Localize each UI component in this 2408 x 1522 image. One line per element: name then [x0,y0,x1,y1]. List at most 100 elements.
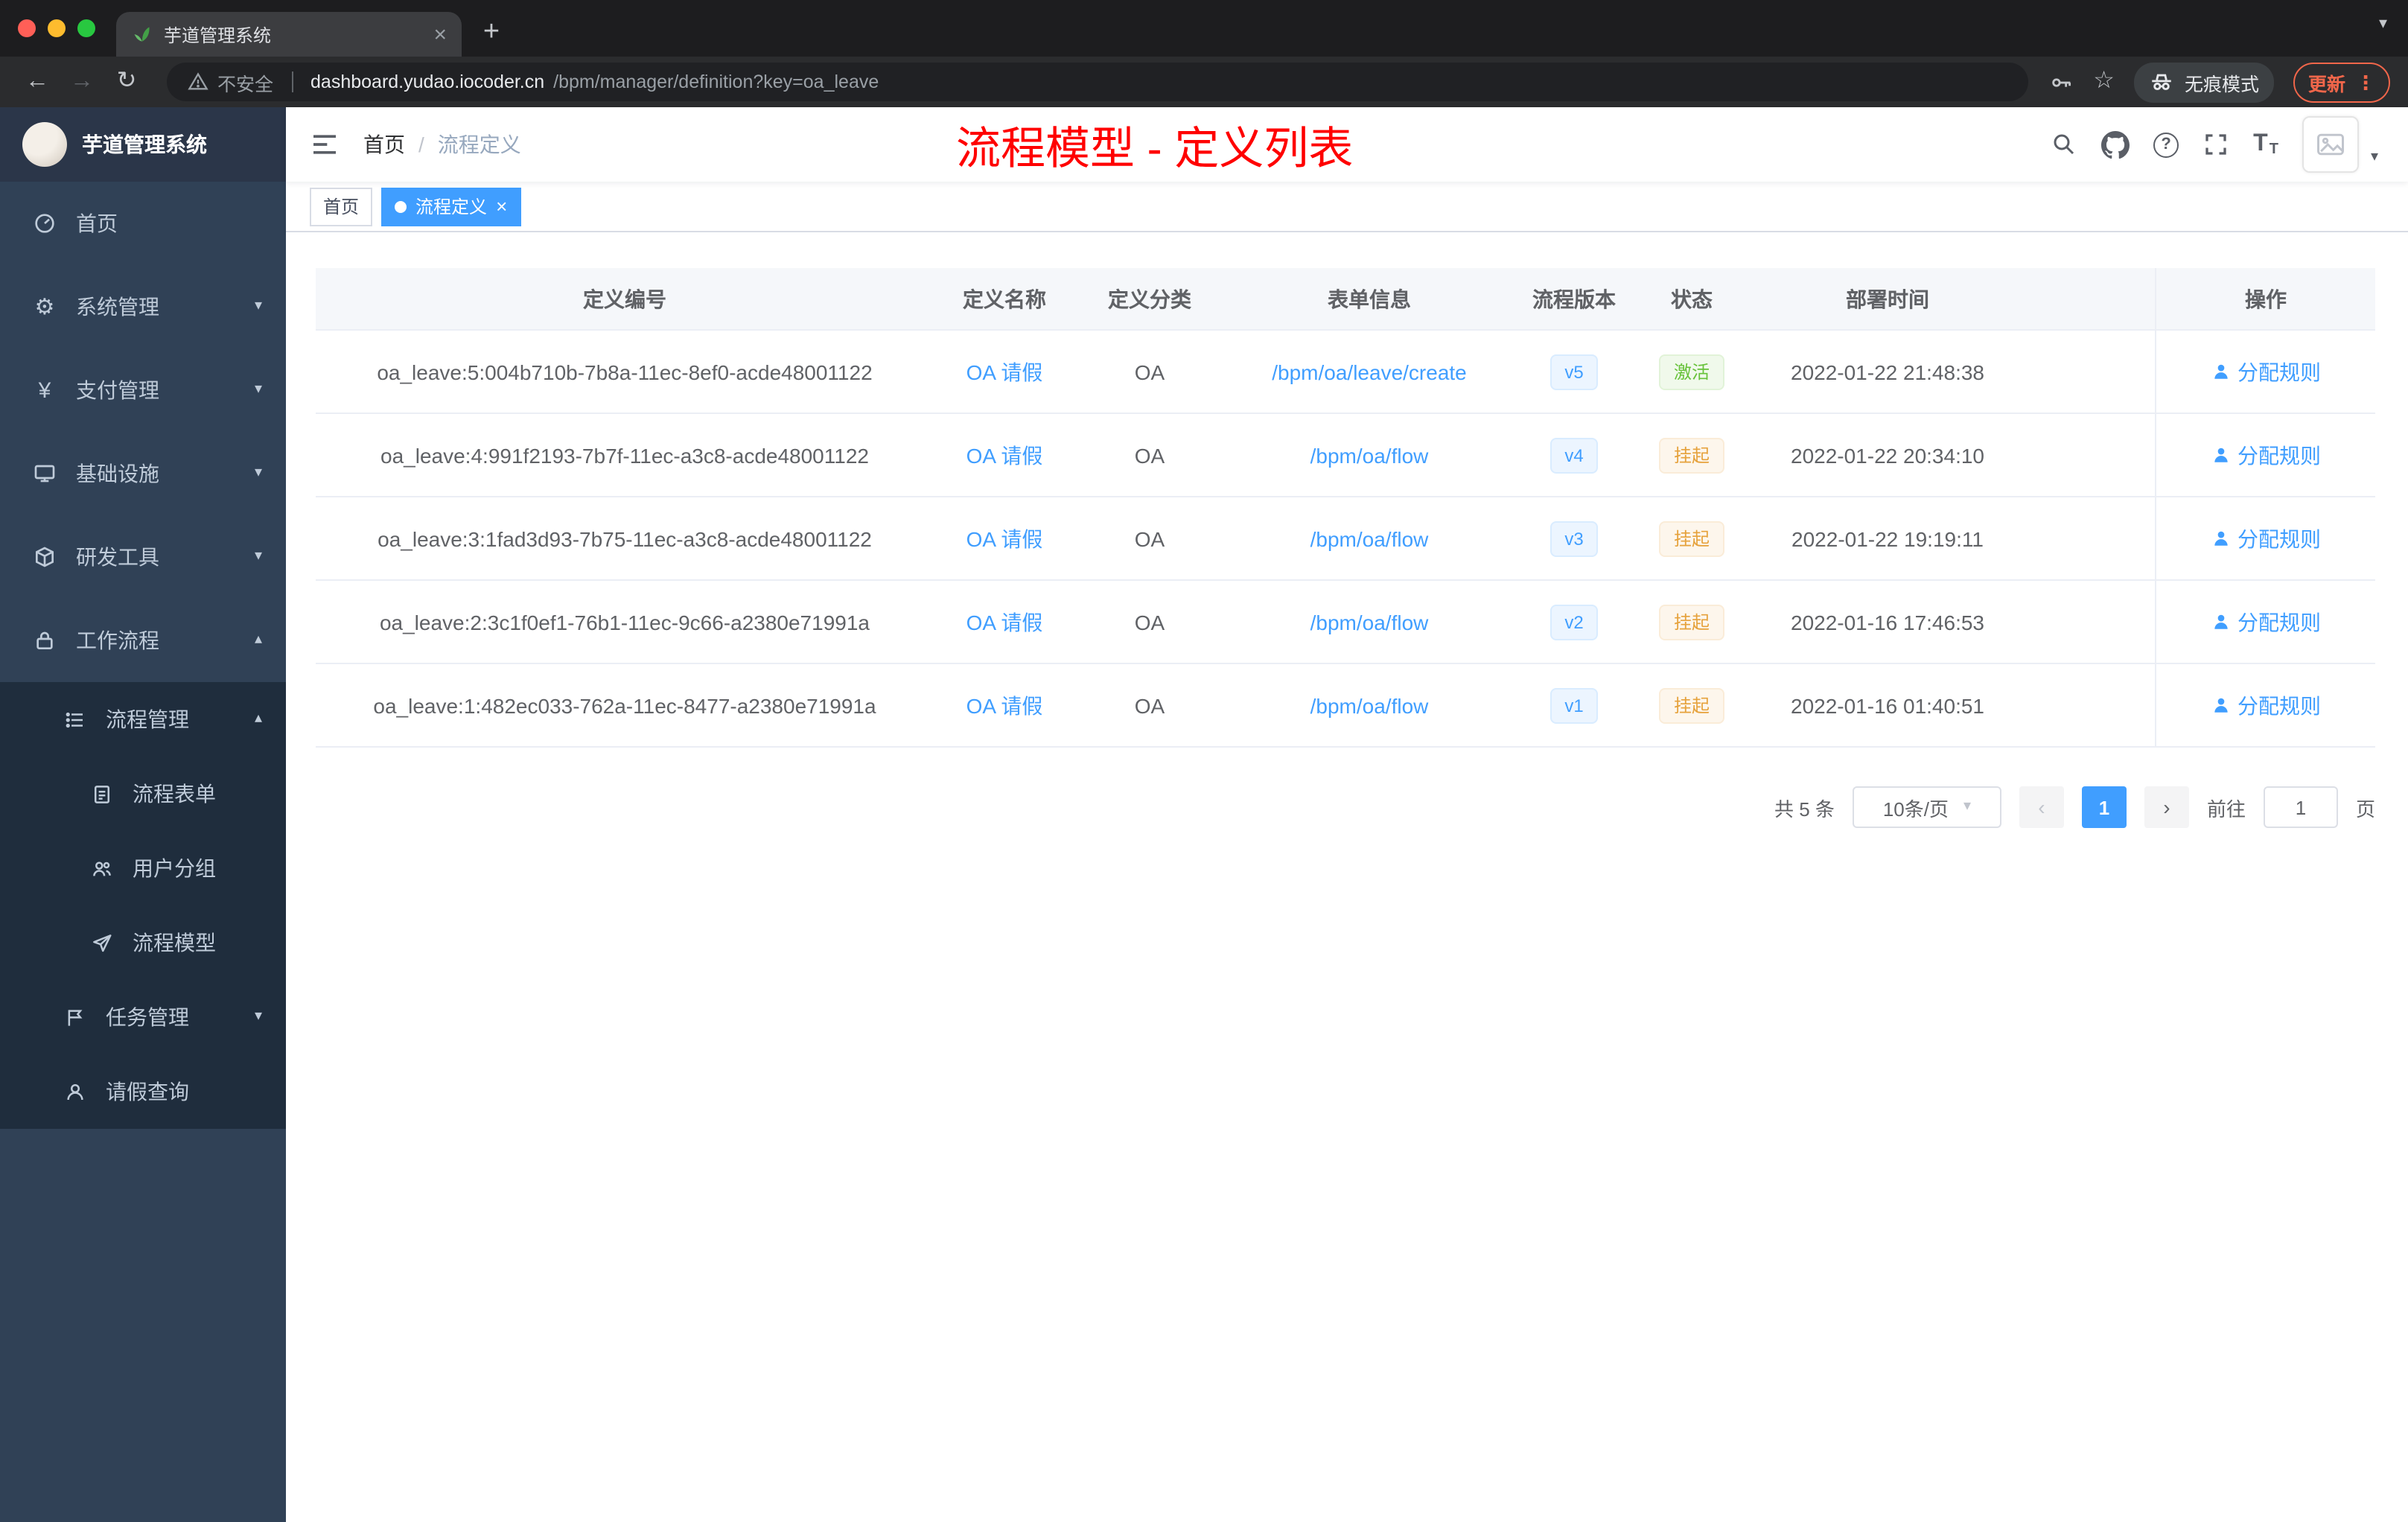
assign-rule-label: 分配规则 [2237,526,2321,550]
new-tab-button[interactable] [471,10,512,52]
status-tag: 挂起 [1658,604,1724,640]
assign-rule-label: 分配规则 [2237,360,2321,383]
sidebar-item-leave-query[interactable]: 请假查询 [0,1054,286,1129]
sidebar-item-payment-management[interactable]: 支付管理 [0,348,286,432]
form-link[interactable]: /bpm/oa/flow [1310,693,1429,717]
app-logo[interactable]: 芋道管理系统 [0,107,286,182]
address-bar[interactable]: 不安全 dashboard.yudao.iocoder.cn/bpm/manag… [167,63,2028,101]
assign-rule-link[interactable]: 分配规则 [2211,607,2321,637]
tab-close-icon[interactable] [433,23,447,45]
goto-label: 前往 [2206,797,2246,820]
tag-close-icon[interactable] [496,197,507,216]
fullscreen-icon[interactable] [2202,131,2229,158]
page-title-annotation: 流程模型 - 定义列表 [956,125,1354,174]
sidebar-item-task-management[interactable]: 任务管理 [0,980,286,1054]
bookmark-star-icon[interactable] [2093,70,2115,94]
definition-id-cell: oa_leave:5:004b710b-7b8a-11ec-8ef0-acde4… [377,360,873,383]
screen: 芋道管理系统 不安全 dashboard.yudao.iocoder.cn/bp… [0,0,2408,1522]
deploy-time-cell: 2022-01-22 21:48:38 [1791,360,1984,383]
incognito-icon [2149,69,2174,95]
omnibox-divider [291,71,293,92]
tag-home[interactable]: 首页 [310,187,373,226]
app: 芋道管理系统 首页 系统管理 支付管理 [0,107,2408,1522]
users-icon [89,856,113,880]
sidebar-item-process-forms[interactable]: 流程表单 [0,757,286,831]
page-goto-input[interactable] [2263,786,2338,828]
filler-cell [2025,414,2155,496]
tag-process-definition[interactable]: 流程定义 [381,187,521,226]
key-icon[interactable] [2048,69,2074,95]
sidebar-item-label: 工作流程 [76,628,159,652]
sidebar-item-process-models[interactable]: 流程模型 [0,905,286,980]
definition-id-cell: oa_leave:1:482ec033-762a-11ec-8477-a2380… [373,693,876,717]
definition-name-link[interactable]: OA 请假 [966,607,1043,637]
sidebar-item-workflow[interactable]: 工作流程 [0,599,286,682]
forward-button[interactable] [63,63,101,101]
sidebar-item-user-groups[interactable]: 用户分组 [0,831,286,905]
assign-rule-link[interactable]: 分配规则 [2211,357,2321,386]
logo-avatar [22,122,67,167]
user-avatar[interactable] [2302,116,2359,173]
deploy-time-cell: 2022-01-22 20:34:10 [1791,443,1984,467]
chevron-down-icon [255,383,262,398]
form-link[interactable]: /bpm/oa/flow [1310,443,1429,467]
incognito-label: 无痕模式 [2184,74,2259,95]
tags-view-bar: 首页 流程定义 [286,182,2408,232]
minimize-window-button[interactable] [48,19,66,37]
lock-icon [33,628,57,652]
page-number-1[interactable]: 1 [2081,786,2127,828]
sidebar-item-label: 首页 [76,211,118,235]
sidebar-item-home[interactable]: 首页 [0,182,286,265]
category-cell: OA [1134,360,1165,383]
list-icon [63,707,86,731]
assign-rule-link[interactable]: 分配规则 [2211,440,2321,470]
definition-id-cell: oa_leave:3:1fad3d93-7b75-11ec-a3c8-acde4… [378,526,872,550]
sidebar-item-process-management[interactable]: 流程管理 [0,682,286,757]
sidebar-item-label: 支付管理 [76,378,159,402]
breadcrumb-home[interactable]: 首页 [363,130,405,159]
assign-rule-link[interactable]: 分配规则 [2211,523,2321,553]
definition-name-link[interactable]: OA 请假 [966,357,1043,386]
form-link[interactable]: /bpm/oa/flow [1310,526,1429,550]
table-row: oa_leave:3:1fad3d93-7b75-11ec-a3c8-acde4… [316,497,2375,581]
main-area: 首页 / 流程定义 流程模型 - 定义列表 TT [286,107,2408,1522]
search-icon[interactable] [2051,131,2077,158]
column-header: 定义名称 [963,287,1046,311]
prev-page-button[interactable] [2019,786,2064,828]
avatar-caret-icon[interactable] [2371,150,2378,165]
reload-button[interactable] [107,63,146,101]
pagination: 共 5 条 10条/页 1 前往 页 [316,786,2375,828]
version-tag: v4 [1549,437,1599,473]
assign-rule-link[interactable]: 分配规则 [2211,690,2321,720]
send-icon [89,931,113,955]
chrome-update-button[interactable]: 更新 [2293,62,2390,102]
sidebar-item-dev-tools[interactable]: 研发工具 [0,515,286,599]
zoom-window-button[interactable] [77,19,95,37]
next-page-button[interactable] [2144,786,2189,828]
close-window-button[interactable] [18,19,36,37]
status-tag: 挂起 [1658,687,1724,723]
update-label: 更新 [2307,74,2345,95]
github-icon[interactable] [2101,130,2130,159]
sidebar-item-infrastructure[interactable]: 基础设施 [0,432,286,515]
sidebar-collapse-icon[interactable] [310,130,340,159]
form-link[interactable]: /bpm/oa/leave/create [1272,360,1467,383]
help-icon[interactable] [2153,132,2179,157]
tab-overflow-chevron-icon[interactable] [2379,16,2387,33]
status-tag: 挂起 [1658,520,1724,556]
chevron-down-icon [255,466,262,481]
definition-name-link[interactable]: OA 请假 [966,440,1043,470]
definition-name-link[interactable]: OA 请假 [966,523,1043,553]
definition-name-link[interactable]: OA 请假 [966,690,1043,720]
browser-menu-icon[interactable] [2356,72,2375,92]
form-link[interactable]: /bpm/oa/flow [1310,610,1429,634]
page-size-select[interactable]: 10条/页 [1852,786,2001,828]
form-icon [89,782,113,806]
tab-title: 芋道管理系统 [164,25,272,45]
sidebar-item-label: 研发工具 [76,545,159,569]
back-button[interactable] [18,63,57,101]
font-size-icon[interactable]: TT [2253,131,2278,158]
sidebar-item-label: 流程表单 [133,782,216,806]
sidebar-item-system-management[interactable]: 系统管理 [0,265,286,348]
browser-tab[interactable]: 芋道管理系统 [116,12,462,57]
